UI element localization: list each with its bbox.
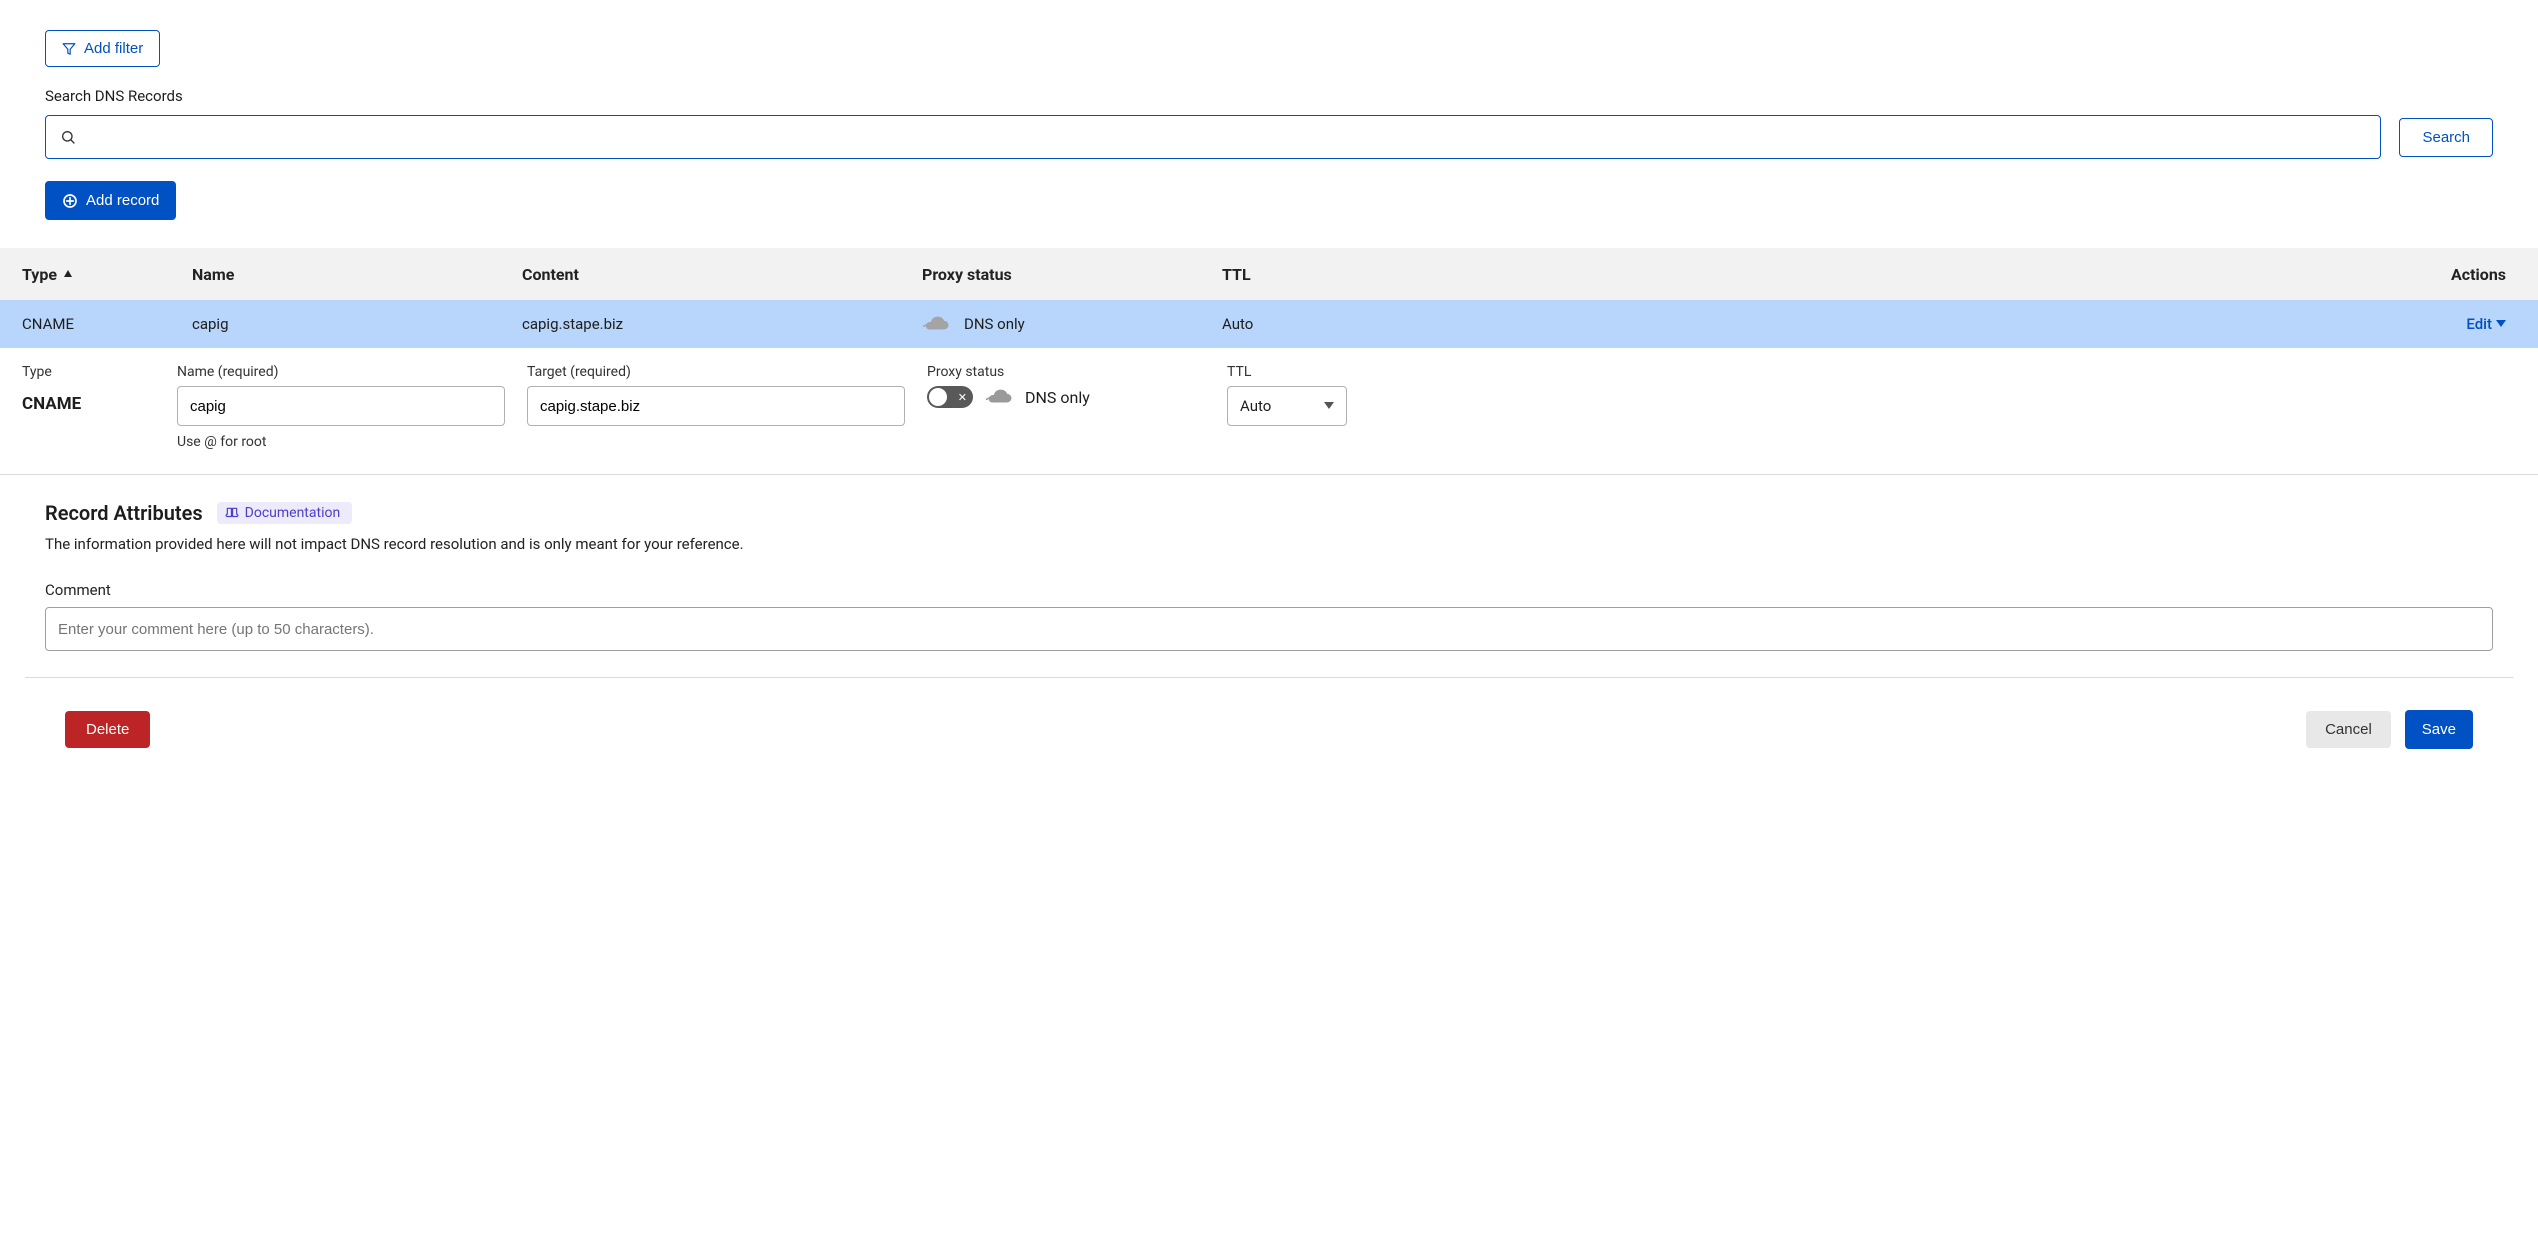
name-field[interactable] <box>177 386 505 426</box>
proxy-value-label: DNS only <box>1025 388 1090 407</box>
attributes-title: Record Attributes <box>45 501 203 525</box>
footer-actions: Delete Cancel Save <box>45 710 2493 749</box>
col-ttl[interactable]: TTL <box>1222 265 1352 284</box>
edit-proxy-col: Proxy status ✕ DNS only <box>927 364 1227 408</box>
edit-ttl-label: TTL <box>1227 364 1357 380</box>
edit-ttl-col: TTL Auto <box>1227 364 1357 426</box>
cancel-label: Cancel <box>2325 721 2372 738</box>
search-label: Search DNS Records <box>45 87 2493 105</box>
cloud-icon <box>985 388 1013 406</box>
cell-ttl: Auto <box>1222 315 1352 333</box>
edit-type-label: Type <box>22 364 177 380</box>
table-row[interactable]: CNAME capig capig.stape.biz DNS only Aut… <box>0 300 2538 348</box>
plus-circle-icon <box>62 193 78 209</box>
record-attributes-section: Record Attributes Documentation The info… <box>25 501 2513 678</box>
caret-down-icon <box>2496 320 2506 328</box>
edit-proxy-label: Proxy status <box>927 364 1227 380</box>
cell-type: CNAME <box>22 315 192 333</box>
name-hint: Use @ for root <box>177 434 505 450</box>
col-name[interactable]: Name <box>192 265 522 284</box>
edit-label: Edit <box>2466 315 2492 333</box>
proxy-toggle[interactable]: ✕ <box>927 386 973 408</box>
ttl-value: Auto <box>1240 397 1271 415</box>
sort-asc-icon <box>63 269 73 279</box>
search-icon <box>60 129 76 145</box>
save-label: Save <box>2422 721 2456 738</box>
edit-name-col: Name (required) Use @ for root <box>177 364 527 450</box>
add-filter-button[interactable]: Add filter <box>45 30 160 67</box>
edit-target-label: Target (required) <box>527 364 905 380</box>
search-input[interactable] <box>76 128 2366 146</box>
book-icon <box>225 506 239 520</box>
col-type-label: Type <box>22 265 57 284</box>
edit-link[interactable]: Edit <box>2466 315 2506 333</box>
comment-field[interactable] <box>45 607 2493 651</box>
cell-proxy: DNS only <box>922 315 1222 333</box>
cloud-icon <box>922 315 950 333</box>
search-input-container[interactable] <box>45 115 2381 159</box>
edit-name-label: Name (required) <box>177 364 505 380</box>
ttl-select[interactable]: Auto <box>1227 386 1347 426</box>
save-button[interactable]: Save <box>2405 710 2473 749</box>
filter-icon <box>62 42 76 56</box>
search-button[interactable]: Search <box>2399 118 2493 157</box>
cell-name: capig <box>192 315 522 333</box>
table-header: Type Name Content Proxy status TTL Actio… <box>0 248 2538 300</box>
cancel-button[interactable]: Cancel <box>2306 711 2391 748</box>
col-actions: Actions <box>1352 265 2516 284</box>
caret-down-icon <box>1324 402 1334 410</box>
add-filter-label: Add filter <box>84 40 143 57</box>
x-icon: ✕ <box>958 392 967 403</box>
target-field[interactable] <box>527 386 905 426</box>
documentation-label: Documentation <box>245 505 341 521</box>
search-button-label: Search <box>2422 129 2470 146</box>
col-content[interactable]: Content <box>522 265 922 284</box>
edit-type-col: Type CNAME <box>22 364 177 414</box>
add-record-label: Add record <box>86 192 159 209</box>
edit-target-col: Target (required) <box>527 364 927 426</box>
col-proxy[interactable]: Proxy status <box>922 265 1222 284</box>
delete-button[interactable]: Delete <box>65 711 150 748</box>
attributes-description: The information provided here will not i… <box>45 535 2493 553</box>
add-record-button[interactable]: Add record <box>45 181 176 220</box>
cell-content: capig.stape.biz <box>522 315 922 333</box>
col-type[interactable]: Type <box>22 265 192 284</box>
comment-label: Comment <box>45 581 2493 599</box>
delete-label: Delete <box>86 721 129 738</box>
cell-proxy-label: DNS only <box>964 315 1025 333</box>
edit-panel: Type CNAME Name (required) Use @ for roo… <box>0 348 2538 475</box>
edit-type-value: CNAME <box>22 394 177 414</box>
documentation-link[interactable]: Documentation <box>217 502 353 524</box>
